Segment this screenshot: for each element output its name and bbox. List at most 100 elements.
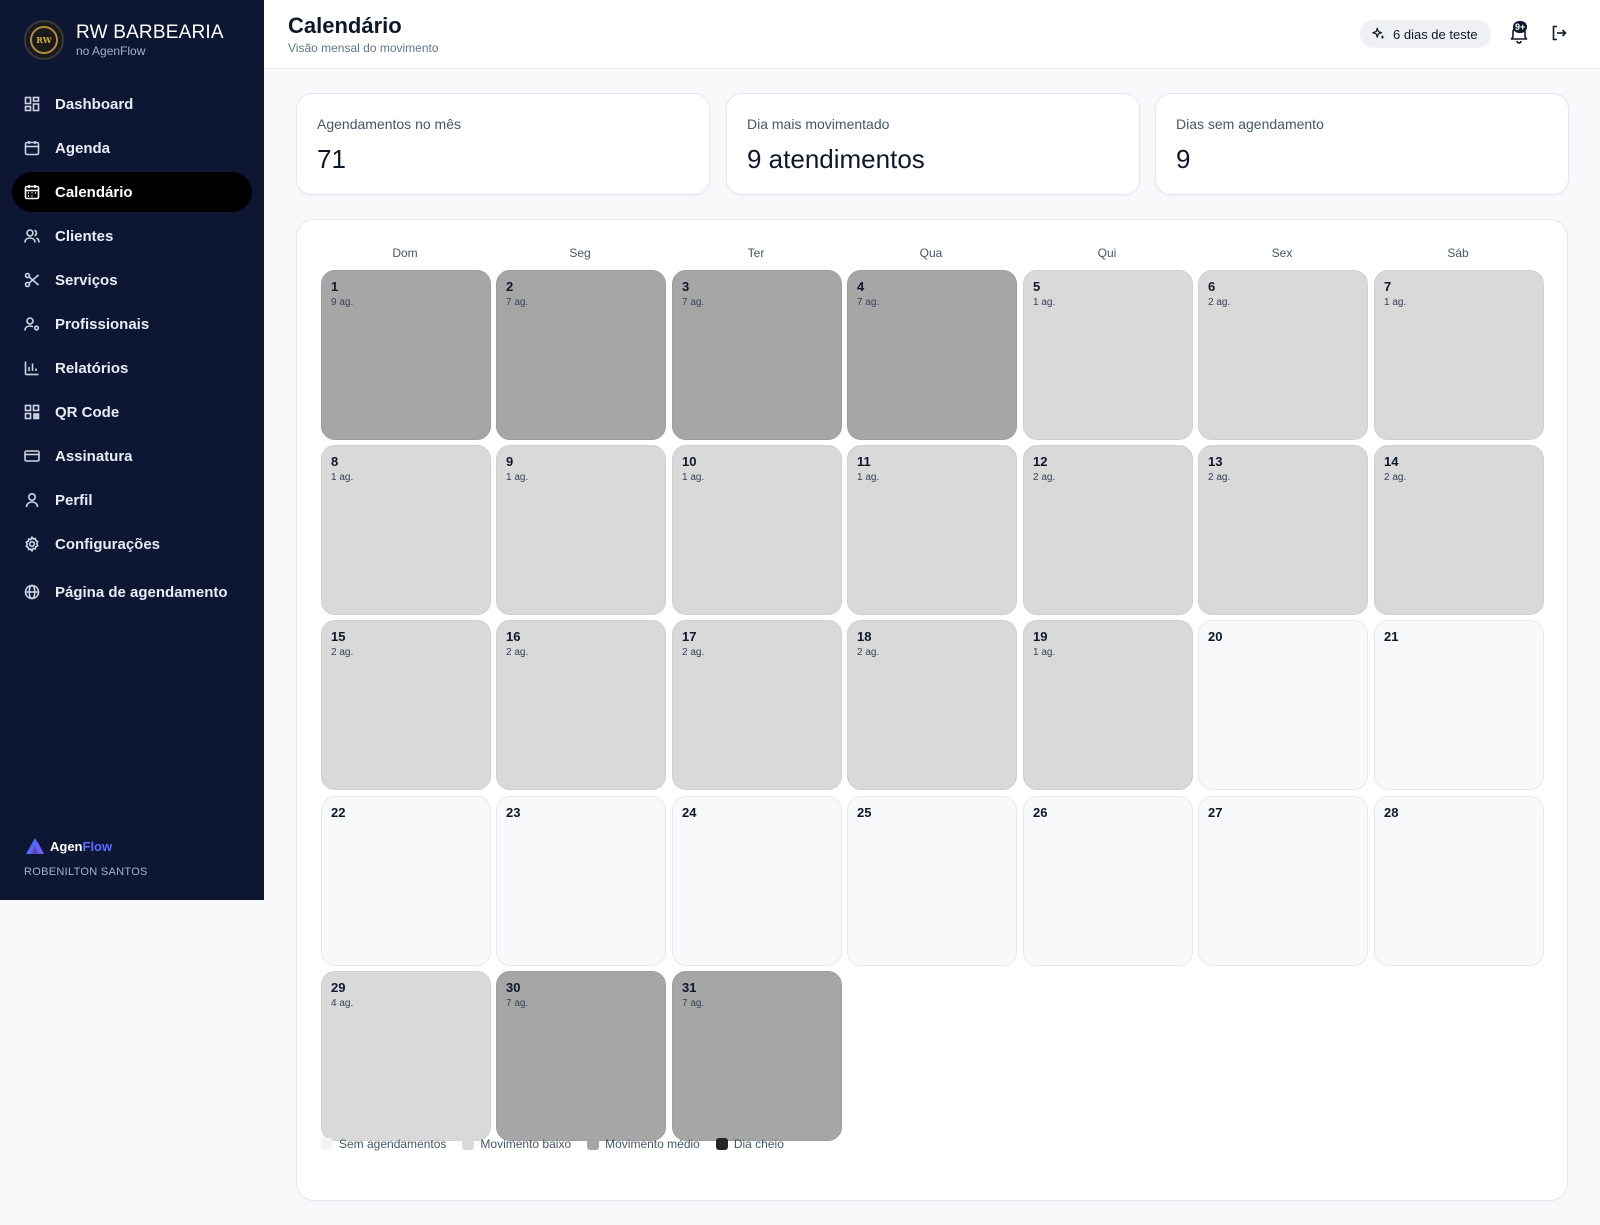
calendar-day-cell[interactable]: 8 1 ag. <box>321 445 491 615</box>
day-number: 30 <box>506 980 521 995</box>
calendar-day-cell[interactable]: 10 1 ag. <box>672 445 842 615</box>
stat-label: Agendamentos no mês <box>317 116 461 132</box>
calendar-day-cell[interactable]: 19 1 ag. <box>1023 620 1193 790</box>
page-title: Calendário <box>288 13 402 38</box>
calendar-day-cell[interactable]: 25 <box>847 796 1017 966</box>
sidebar-item-relatorios[interactable]: Relatórios <box>12 348 252 388</box>
sidebar-item-calendario[interactable]: Calendário <box>12 172 252 212</box>
gear-icon <box>24 536 40 552</box>
calendar-day-cell[interactable]: 31 7 ag. <box>672 971 842 1141</box>
sidebar-item-label: Página de agendamento <box>55 583 228 601</box>
calendar-day-cell[interactable]: 1 9 ag. <box>321 270 491 440</box>
calendar-day-cell[interactable]: 17 2 ag. <box>672 620 842 790</box>
calendar-day-cell[interactable]: 30 7 ag. <box>496 971 666 1141</box>
day-number: 3 <box>682 279 690 294</box>
calendar-day-cell[interactable]: 16 2 ag. <box>496 620 666 790</box>
day-number: 10 <box>682 454 697 469</box>
calendar-day-cell[interactable]: 15 2 ag. <box>321 620 491 790</box>
day-appointment-count: 1 ag. <box>506 472 529 483</box>
calendar-day-cell[interactable]: 3 7 ag. <box>672 270 842 440</box>
calendar-day-cell[interactable]: 13 2 ag. <box>1198 445 1368 615</box>
calendar-day-cell[interactable]: 23 <box>496 796 666 966</box>
sidebar-item-clientes[interactable]: Clientes <box>12 216 252 256</box>
day-number: 17 <box>682 629 697 644</box>
day-number: 9 <box>506 454 514 469</box>
day-number: 12 <box>1033 454 1048 469</box>
day-appointment-count: 2 ag. <box>331 647 354 658</box>
users-icon <box>24 228 40 244</box>
calendar-day-cell[interactable]: 21 <box>1374 620 1544 790</box>
calendar-legend: Sem agendamentos Movimento baixo Movimento… <box>321 1137 800 1151</box>
sidebar-item-label: Perfil <box>55 491 93 509</box>
qr-code-icon <box>24 404 40 420</box>
calendar-day-cell[interactable]: 28 <box>1374 796 1544 966</box>
calendar-day-cell[interactable]: 2 7 ag. <box>496 270 666 440</box>
agenflow-logo-main: Agen <box>50 838 83 854</box>
page-subtitle: Visão mensal do movimento <box>288 41 439 55</box>
calendar-day-cell[interactable]: 6 2 ag. <box>1198 270 1368 440</box>
trial-badge[interactable]: 6 dias de teste <box>1360 20 1491 48</box>
calendar-day-cell[interactable]: 18 2 ag. <box>847 620 1017 790</box>
weekday-label: Ter <box>747 246 765 260</box>
calendar-day-cell[interactable]: 9 1 ag. <box>496 445 666 615</box>
day-appointment-count: 7 ag. <box>682 998 705 1009</box>
legend-item: Sem agendamentos <box>321 1137 446 1151</box>
day-appointment-count: 1 ag. <box>857 472 880 483</box>
sidebar-item-label: Dashboard <box>55 95 134 113</box>
stat-card-days-without-appointments: Dias sem agendamento 9 <box>1155 93 1569 195</box>
sidebar-item-assinatura[interactable]: Assinatura <box>12 436 252 476</box>
brand[interactable]: RW RW BARBEARIA no AgenFlow <box>24 20 224 60</box>
calendar-day-cell[interactable]: 14 2 ag. <box>1374 445 1544 615</box>
day-appointment-count: 7 ag. <box>857 297 880 308</box>
calendar-day-cell[interactable]: 11 1 ag. <box>847 445 1017 615</box>
day-number: 26 <box>1033 805 1048 820</box>
sidebar-item-label: Serviços <box>55 271 118 289</box>
calendar-day-cell[interactable]: 4 7 ag. <box>847 270 1017 440</box>
sidebar-item-perfil[interactable]: Perfil <box>12 480 252 520</box>
calendar-day-cell[interactable]: 29 4 ag. <box>321 971 491 1141</box>
brand-name: RW BARBEARIA <box>76 22 224 43</box>
sidebar-item-configuracoes[interactable]: Configurações <box>12 524 252 564</box>
user-cog-icon <box>24 316 40 332</box>
day-number: 28 <box>1384 805 1399 820</box>
stat-label: Dias sem agendamento <box>1176 116 1324 132</box>
calendar-day-cell[interactable]: 5 1 ag. <box>1023 270 1193 440</box>
sidebar-item-agenda[interactable]: Agenda <box>12 128 252 168</box>
calendar-day-cell[interactable]: 24 <box>672 796 842 966</box>
legend-label: Dia cheio <box>733 1137 784 1151</box>
calendar-day-cell[interactable]: 20 <box>1198 620 1368 790</box>
day-appointment-count: 4 ag. <box>331 998 354 1009</box>
sidebar-item-label: QR Code <box>55 403 120 421</box>
stat-value: 9 <box>1176 144 1191 174</box>
day-appointment-count: 2 ag. <box>1384 472 1407 483</box>
sidebar-item-qr-code[interactable]: QR Code <box>12 392 252 432</box>
notifications-button[interactable]: 9+ <box>1508 21 1530 44</box>
sidebar-item-servicos[interactable]: Serviços <box>12 260 252 300</box>
day-number: 7 <box>1384 279 1392 294</box>
calendar-day-cell[interactable]: 26 <box>1023 796 1193 966</box>
calendar-day-cell[interactable]: 22 <box>321 796 491 966</box>
trial-label: 6 dias de teste <box>1393 26 1478 42</box>
calendar-day-cell[interactable]: 27 <box>1198 796 1368 966</box>
legend-swatch <box>462 1138 475 1150</box>
day-number: 6 <box>1208 279 1216 294</box>
calendar-day-cell[interactable]: 12 2 ag. <box>1023 445 1193 615</box>
day-number: 21 <box>1384 629 1399 644</box>
day-number: 1 <box>331 279 339 294</box>
day-number: 29 <box>331 980 346 995</box>
sidebar-item-profissionais[interactable]: Profissionais <box>12 304 252 344</box>
calendar-day-cell[interactable]: 7 1 ag. <box>1374 270 1544 440</box>
day-number: 27 <box>1208 805 1223 820</box>
current-user-name: ROBENILTON SANTOS <box>24 866 148 878</box>
brand-subtitle: no AgenFlow <box>76 44 146 58</box>
weekday-label: Qua <box>919 246 943 260</box>
sidebar-item-dashboard[interactable]: Dashboard <box>12 84 252 124</box>
day-appointment-count: 1 ag. <box>1033 647 1056 658</box>
day-appointment-count: 2 ag. <box>1208 472 1231 483</box>
sidebar-item-pagina-agendamento[interactable]: Página de agendamento <box>12 572 252 612</box>
day-number: 14 <box>1384 454 1399 469</box>
day-number: 25 <box>857 805 872 820</box>
globe-icon <box>24 584 40 600</box>
sidebar-item-label: Calendário <box>55 183 133 201</box>
logout-button[interactable] <box>1550 24 1568 42</box>
